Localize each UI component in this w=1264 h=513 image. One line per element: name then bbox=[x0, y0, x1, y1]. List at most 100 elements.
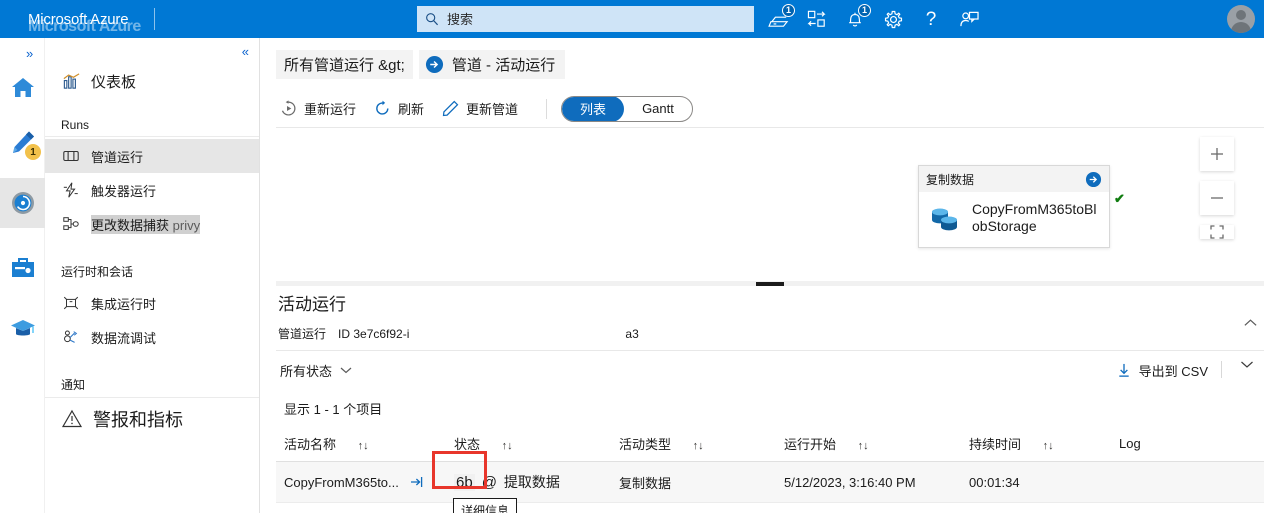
sidebar-item-alerts-metrics[interactable]: 警报和指标 bbox=[45, 400, 259, 438]
sort-icon[interactable]: ↑↓ bbox=[502, 440, 513, 452]
rail-item-manage[interactable] bbox=[0, 243, 45, 293]
sidebar-item-dataflow-debug-label: 数据流调试 bbox=[91, 330, 157, 346]
azure-top-bar: Microsoft Azure Microsoft Azure 1 bbox=[0, 0, 1264, 38]
node-header: 复制数据 bbox=[919, 166, 1109, 192]
search-input[interactable] bbox=[447, 11, 746, 27]
help-question-icon[interactable]: ? bbox=[912, 0, 950, 38]
fit-to-screen-button[interactable] bbox=[1200, 225, 1234, 239]
change-data-capture-icon bbox=[61, 214, 81, 234]
zoom-out-button[interactable] bbox=[1200, 181, 1234, 215]
cell-status-at-symbol: @ bbox=[481, 473, 497, 491]
nav-section-runs: Runs bbox=[45, 112, 259, 137]
rail-item-home[interactable] bbox=[0, 63, 45, 113]
column-header-activity-name[interactable]: 活动名称 ↑↓ bbox=[276, 428, 446, 462]
rerun-icon bbox=[280, 100, 297, 117]
learning-cap-icon bbox=[9, 316, 37, 340]
status-filter-label: 所有状态 bbox=[280, 363, 333, 379]
breadcrumb-parent-link[interactable]: 所有管道运行 &gt; bbox=[276, 49, 413, 79]
search-icon bbox=[425, 12, 439, 26]
azure-brand[interactable]: Microsoft Azure Microsoft Azure bbox=[0, 11, 141, 35]
zoom-in-button[interactable] bbox=[1200, 137, 1234, 171]
author-badge: 1 bbox=[25, 144, 41, 160]
manage-toolbox-icon bbox=[10, 256, 36, 280]
table-header-row: 活动名称 ↑↓ 状态 ↑↓ 活动类型 ↑↓ 运行开始 ↑↓ 持续时间 ↑↓ Lo… bbox=[276, 428, 1264, 462]
status-filter-dropdown[interactable]: 所有状态 bbox=[276, 361, 352, 380]
node-open-circle-arrow-icon[interactable] bbox=[1085, 171, 1102, 188]
sort-icon[interactable]: ↑↓ bbox=[358, 440, 369, 452]
result-count-label: 显示 1 - 1 个项目 bbox=[284, 402, 383, 417]
column-header-run-start[interactable]: 运行开始 ↑↓ bbox=[776, 428, 961, 462]
pipeline-canvas[interactable]: 复制数据 CopyFromM365toBlobStorage ✔ bbox=[276, 129, 1264, 281]
column-header-duration-label: 持续时间 bbox=[969, 437, 1022, 452]
cloud-shell-icon[interactable]: 1 bbox=[760, 0, 798, 38]
settings-gear-icon[interactable] bbox=[874, 0, 912, 38]
activity-input-arrow-icon[interactable] bbox=[409, 474, 425, 490]
left-icon-rail: » 1 bbox=[0, 38, 45, 513]
column-header-log[interactable]: Log bbox=[1111, 428, 1264, 462]
collapse-chevron-up-icon[interactable] bbox=[1243, 318, 1258, 328]
rerun-label: 重新运行 bbox=[304, 102, 357, 117]
sort-icon[interactable]: ↑↓ bbox=[1043, 440, 1054, 452]
nav-section-notifications: 通知 bbox=[45, 370, 259, 398]
sort-icon[interactable]: ↑↓ bbox=[693, 440, 704, 452]
column-header-run-start-label: 运行开始 bbox=[784, 437, 837, 452]
export-divider bbox=[1221, 361, 1222, 378]
feedback-person-icon[interactable] bbox=[950, 0, 988, 38]
monitor-nav-panel: « 仪表板 Runs 管道运行 触发器运行 更改数据捕获 privy 运行时和会… bbox=[45, 38, 260, 513]
sort-icon[interactable]: ↑↓ bbox=[858, 440, 869, 452]
cell-run-start: 5/12/2023, 3:16:40 PM bbox=[776, 461, 961, 503]
sidebar-item-trigger-runs[interactable]: 触发器运行 bbox=[45, 173, 259, 207]
column-header-activity-name-label: 活动名称 bbox=[284, 437, 337, 452]
cell-status-text: 提取数据 bbox=[503, 474, 560, 490]
tab-list-view[interactable]: 列表 bbox=[562, 96, 625, 121]
refresh-button[interactable]: 刷新 bbox=[370, 95, 438, 122]
column-header-duration[interactable]: 持续时间 ↑↓ bbox=[961, 428, 1111, 462]
pipeline-run-id-label: 管道运行 bbox=[278, 327, 327, 341]
sidebar-item-change-data-capture[interactable]: 更改数据捕获 privy bbox=[45, 207, 259, 241]
toolbar-divider bbox=[546, 98, 548, 119]
cell-status: 6b @ 提取数据 bbox=[432, 451, 611, 503]
rerun-button[interactable]: 重新运行 bbox=[276, 95, 370, 122]
node-activity-name: CopyFromM365toBlobStorage bbox=[972, 201, 1097, 234]
refresh-icon bbox=[374, 100, 391, 117]
activity-runs-section: 活动运行 管道运行 ID 3e7c6f92-i a3 所有状态 导出到 CSV … bbox=[276, 290, 1264, 503]
avatar[interactable] bbox=[1227, 5, 1255, 33]
top-bar-icon-group: 1 1 ? bbox=[760, 0, 988, 38]
view-mode-toggle: 列表 Gantt bbox=[561, 95, 693, 122]
activity-runs-table: 活动名称 ↑↓ 状态 ↑↓ 活动类型 ↑↓ 运行开始 ↑↓ 持续时间 ↑↓ Lo… bbox=[276, 428, 1264, 503]
pipeline-run-id-row: 管道运行 ID 3e7c6f92-i a3 bbox=[276, 315, 1264, 351]
sidebar-item-integration-runtime[interactable]: 集成运行时 bbox=[45, 286, 259, 320]
activity-runs-title: 活动运行 bbox=[278, 295, 346, 314]
pipeline-activity-node[interactable]: 复制数据 CopyFromM365toBlobStorage bbox=[918, 165, 1110, 248]
notifications-badge: 1 bbox=[858, 4, 871, 17]
node-header-label: 复制数据 bbox=[926, 172, 975, 187]
sidebar-item-dataflow-debug[interactable]: 数据流调试 bbox=[45, 320, 259, 354]
table-row[interactable]: CopyFromM365to... 6b @ 提取数据 复制数据 5/12/20… bbox=[276, 451, 1264, 503]
copy-data-database-icon bbox=[928, 201, 962, 235]
chevron-double-right-icon[interactable]: » bbox=[26, 46, 33, 61]
update-pipeline-button[interactable]: 更新管道 bbox=[438, 95, 532, 122]
sidebar-item-pipeline-runs[interactable]: 管道运行 bbox=[45, 139, 259, 173]
panel-splitter-handle[interactable] bbox=[276, 281, 1264, 286]
sidebar-item-trigger-runs-label: 触发器运行 bbox=[91, 183, 157, 199]
breadcrumb-current: 管道 - 活动运行 bbox=[418, 49, 566, 79]
rail-item-author[interactable]: 1 bbox=[0, 118, 45, 168]
rail-item-learning[interactable] bbox=[0, 303, 45, 353]
azure-data-factory-monitor-page: Microsoft Azure Microsoft Azure 1 bbox=[0, 0, 1264, 513]
nav-section-runtimes: 运行时和会话 bbox=[61, 265, 134, 279]
sidebar-item-dashboard[interactable]: 仪表板 bbox=[45, 64, 259, 98]
rail-item-monitor[interactable] bbox=[0, 178, 45, 228]
main-content: 所有管道运行 &gt; 管道 - 活动运行 重新运行 刷新 更新管道 列表 Ga… bbox=[260, 38, 1264, 513]
sidebar-item-alerts-metrics-label: 警报和指标 bbox=[93, 410, 183, 430]
chevron-double-left-icon[interactable]: « bbox=[242, 44, 249, 59]
export-to-csv-button[interactable]: 导出到 CSV bbox=[1117, 361, 1208, 380]
notifications-bell-icon[interactable]: 1 bbox=[836, 0, 874, 38]
directory-switcher-icon[interactable] bbox=[798, 0, 836, 38]
column-header-activity-type[interactable]: 活动类型 ↑↓ bbox=[611, 428, 776, 462]
export-options-chevron-down-icon[interactable] bbox=[1240, 360, 1254, 369]
sidebar-item-dashboard-label: 仪表板 bbox=[91, 73, 137, 91]
global-search[interactable] bbox=[417, 6, 754, 32]
node-body: CopyFromM365toBlobStorage bbox=[919, 192, 1109, 247]
column-header-status[interactable]: 状态 ↑↓ bbox=[446, 428, 611, 462]
tab-gantt-view[interactable]: Gantt bbox=[624, 97, 692, 121]
